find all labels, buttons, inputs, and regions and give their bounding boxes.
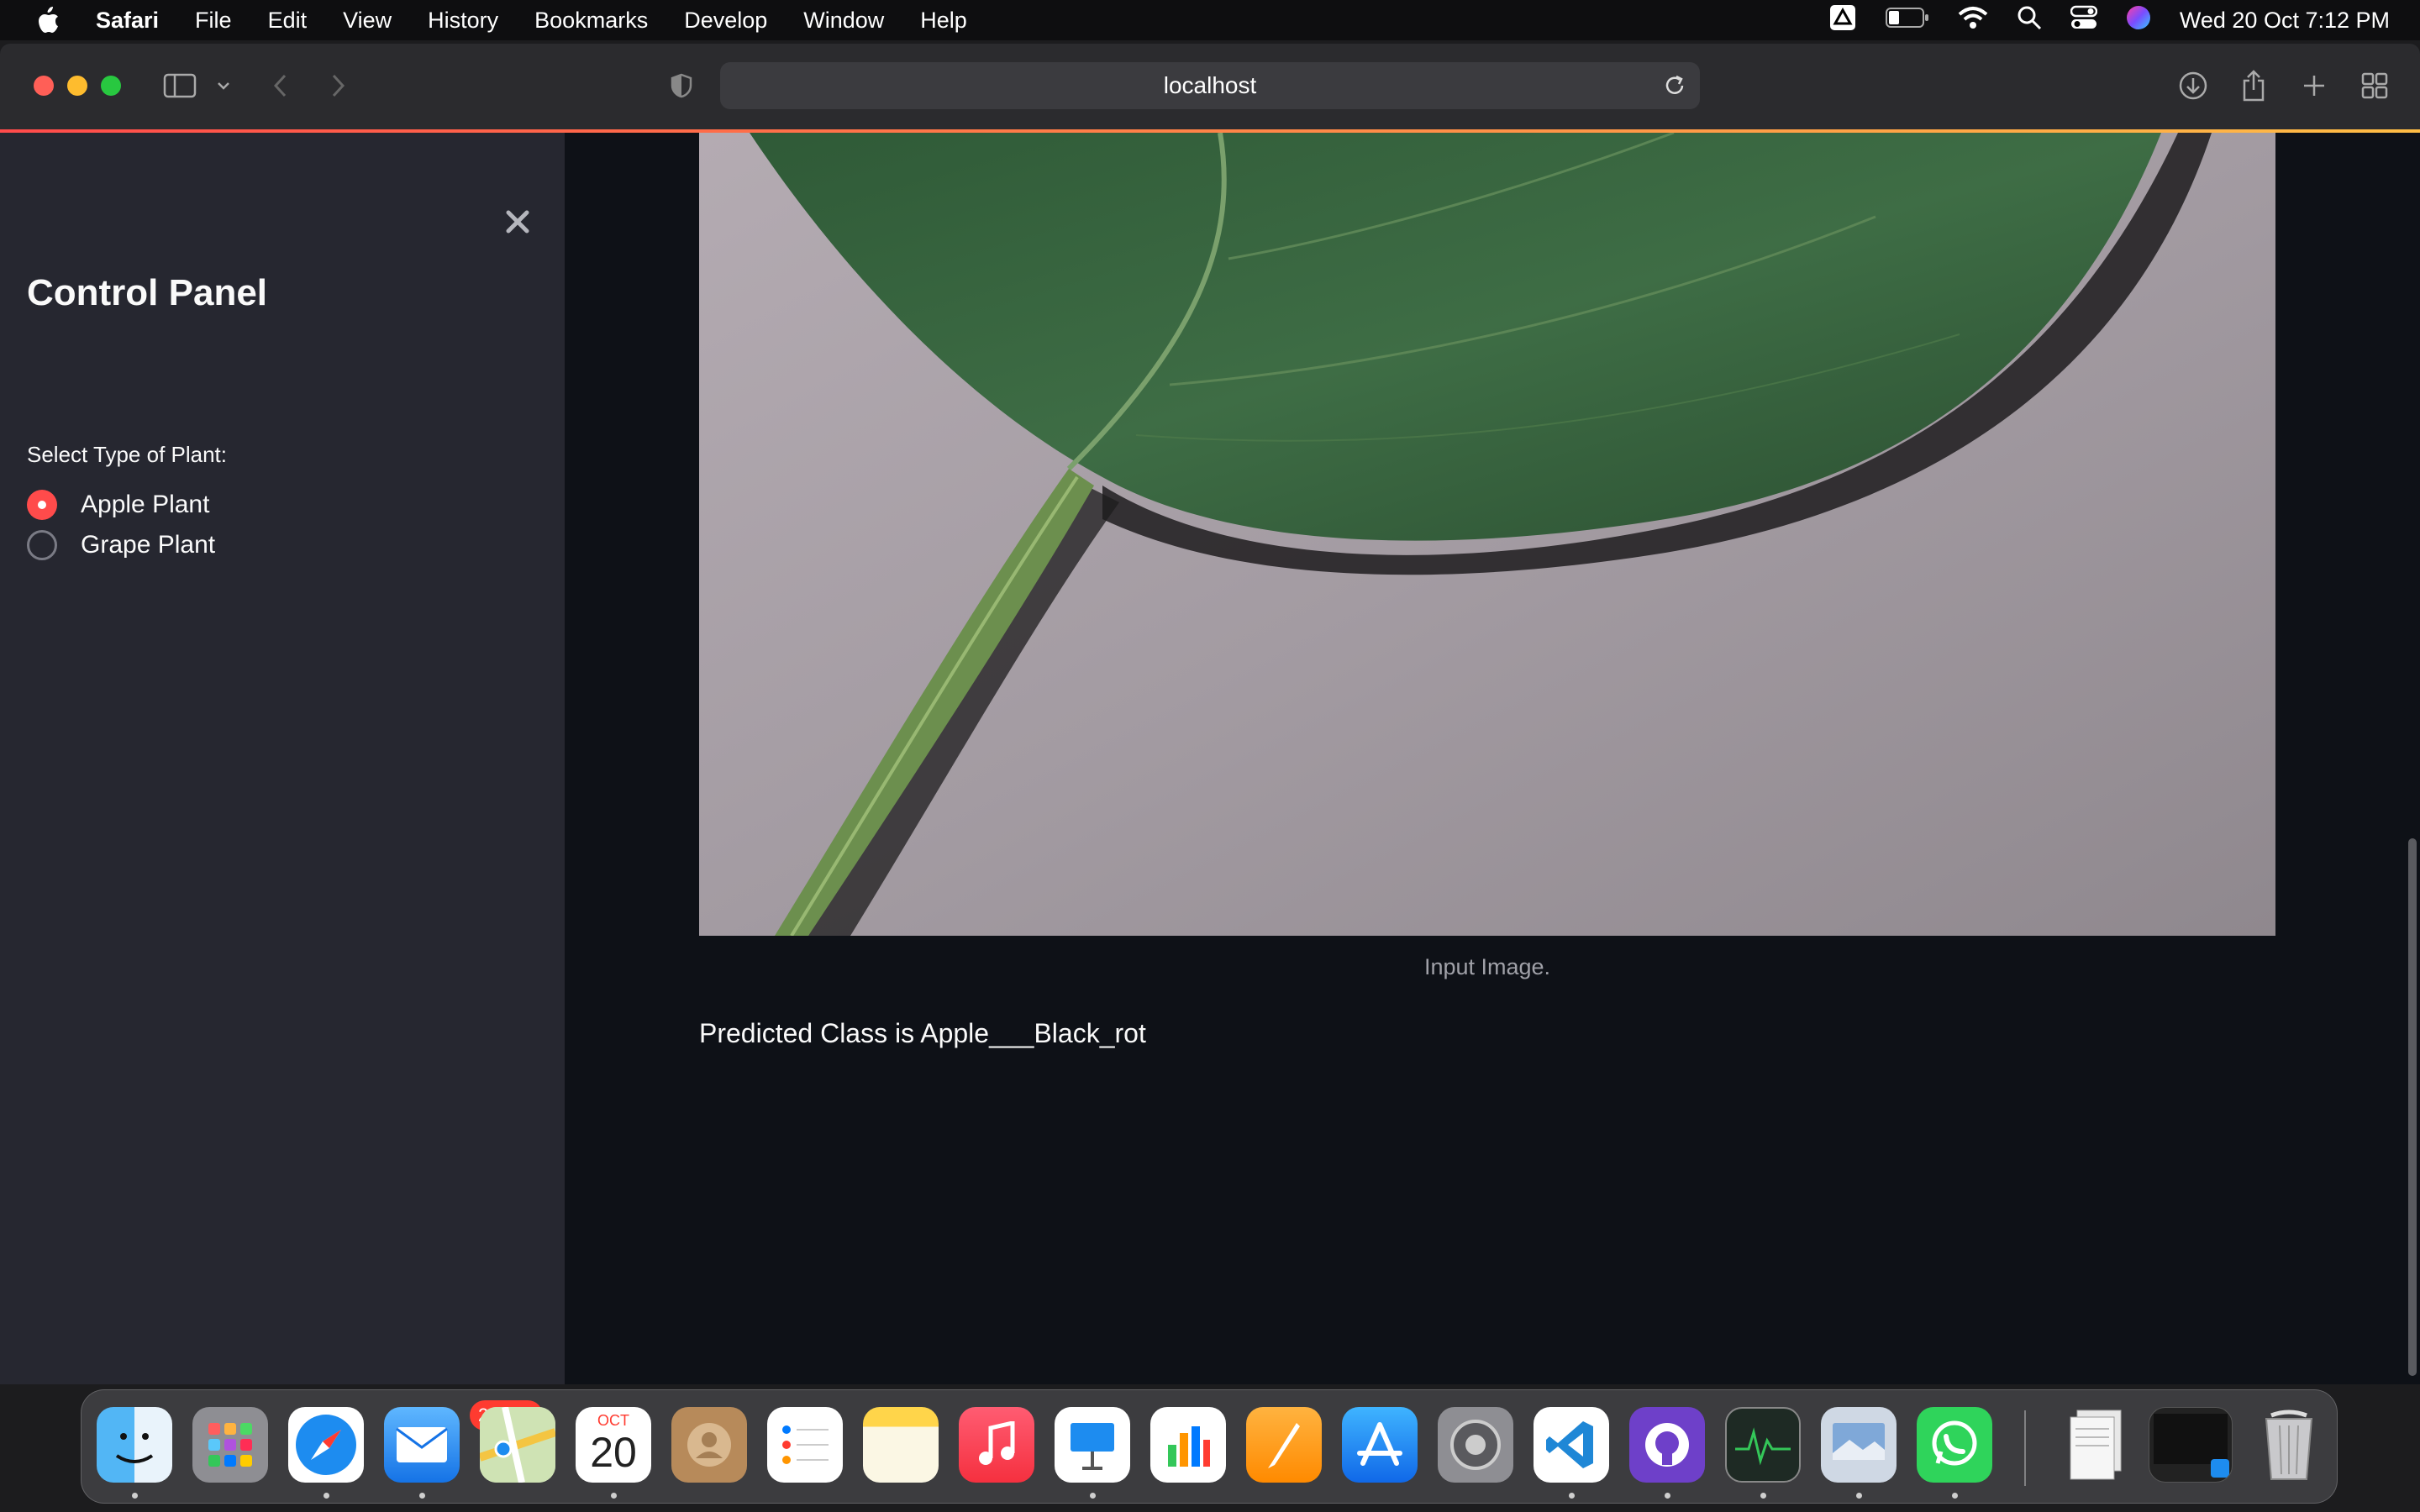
- image-caption: Input Image.: [1423, 954, 1551, 979]
- menu-file[interactable]: File: [195, 8, 232, 34]
- radio-option-label: Apple Plant: [81, 491, 210, 518]
- running-indicator: [324, 1493, 329, 1499]
- chevron-down-icon[interactable]: [213, 69, 234, 102]
- running-indicator: [1760, 1493, 1766, 1499]
- prediction-result: Predicted Class is Apple___Black_rot: [699, 1018, 1146, 1048]
- window-minimize-button[interactable]: [67, 76, 87, 96]
- running-indicator: [1856, 1493, 1862, 1499]
- plant-type-label: Select Type of Plant:: [27, 442, 227, 467]
- menu-help[interactable]: Help: [920, 8, 967, 34]
- calendar-icon[interactable]: OCT 20: [576, 1407, 651, 1483]
- calendar-month: OCT: [597, 1412, 629, 1429]
- running-indicator: [1952, 1493, 1958, 1499]
- new-tab-icon[interactable]: [2299, 69, 2329, 102]
- running-indicator: [1090, 1493, 1096, 1499]
- trash-icon[interactable]: [2251, 1407, 2327, 1483]
- apple-menu-icon[interactable]: [34, 5, 62, 35]
- forward-icon[interactable]: [326, 69, 351, 102]
- privacy-shield-icon[interactable]: [669, 69, 694, 102]
- whatsapp-icon[interactable]: [1917, 1407, 1992, 1483]
- running-indicator: [1569, 1493, 1575, 1499]
- tab-overview-icon[interactable]: [2360, 69, 2390, 102]
- radio-option-grape-plant[interactable]: Grape Plant: [27, 530, 215, 560]
- safari-window: localhost Control Panel Select Type of P…: [0, 44, 2420, 1384]
- control-center-icon[interactable]: [2070, 5, 2098, 36]
- menu-view[interactable]: View: [343, 8, 392, 34]
- pages-icon[interactable]: [1246, 1407, 1322, 1483]
- share-icon[interactable]: [2238, 69, 2269, 102]
- dock-separator: [2024, 1410, 2026, 1486]
- mail-icon[interactable]: [384, 1407, 460, 1483]
- close-icon[interactable]: [502, 207, 533, 237]
- running-indicator: [419, 1493, 425, 1499]
- radio-option-apple-plant[interactable]: Apple Plant: [27, 490, 209, 520]
- running-indicator: [1665, 1493, 1670, 1499]
- back-icon[interactable]: [267, 69, 292, 102]
- radio-selected-icon[interactable]: [27, 490, 57, 520]
- browser-toolbar: localhost: [0, 44, 2420, 130]
- notes-icon[interactable]: [863, 1407, 939, 1483]
- main-scrollbar[interactable]: [2408, 838, 2417, 1376]
- menubar-clock[interactable]: Wed 20 Oct 7:12 PM: [2180, 8, 2390, 34]
- menu-window[interactable]: Window: [803, 8, 884, 34]
- preview-icon[interactable]: [1821, 1407, 1897, 1483]
- window-close-button[interactable]: [34, 76, 54, 96]
- running-indicator: [132, 1493, 138, 1499]
- keynote-icon[interactable]: [1055, 1407, 1130, 1483]
- input-leaf-image: [699, 133, 2275, 936]
- reload-icon[interactable]: [1661, 72, 1688, 99]
- drive-icon[interactable]: [1828, 3, 1857, 38]
- music-icon[interactable]: [959, 1407, 1034, 1483]
- system-preferences-icon[interactable]: [1438, 1407, 1513, 1483]
- wifi-icon[interactable]: [1958, 6, 1988, 35]
- calendar-day: 20: [590, 1429, 637, 1476]
- window-maximize-button[interactable]: [101, 76, 121, 96]
- menu-history[interactable]: History: [428, 8, 498, 34]
- radio-unselected-icon[interactable]: [27, 530, 57, 560]
- contacts-icon[interactable]: [671, 1407, 747, 1483]
- safari-icon[interactable]: [288, 1407, 364, 1483]
- control-panel-sidebar: Control Panel Select Type of Plant: Appl…: [0, 133, 565, 1384]
- app-store-icon[interactable]: [1342, 1407, 1418, 1483]
- screenshot-stack-icon[interactable]: [2149, 1407, 2233, 1483]
- spotlight-icon[interactable]: [2017, 5, 2042, 36]
- vscode-icon[interactable]: [1534, 1407, 1609, 1483]
- menu-edit[interactable]: Edit: [268, 8, 308, 34]
- main-content: Input Image. Predicted Class is Apple___…: [565, 133, 2420, 1384]
- address-bar[interactable]: localhost: [720, 62, 1700, 109]
- activity-monitor-icon[interactable]: [1725, 1407, 1801, 1483]
- menubar: Safari File Edit View History Bookmarks …: [0, 0, 2420, 40]
- sidebar-toggle-icon[interactable]: [161, 69, 198, 102]
- github-desktop-icon[interactable]: [1629, 1407, 1705, 1483]
- documents-stack-icon[interactable]: [2058, 1407, 2133, 1483]
- finder-icon[interactable]: [97, 1407, 172, 1483]
- sidebar-title: Control Panel: [27, 272, 268, 313]
- radio-option-label: Grape Plant: [81, 531, 216, 559]
- dock: 20,917 OCT 20: [81, 1389, 2338, 1504]
- numbers-icon[interactable]: [1150, 1407, 1226, 1483]
- address-text: localhost: [1163, 72, 1257, 98]
- siri-icon[interactable]: [2126, 5, 2151, 36]
- maps-icon[interactable]: [480, 1407, 555, 1483]
- running-indicator: [611, 1493, 617, 1499]
- battery-icon[interactable]: [1885, 7, 1929, 34]
- downloads-icon[interactable]: [2176, 69, 2210, 102]
- launchpad-icon[interactable]: [192, 1407, 268, 1483]
- menu-app-safari[interactable]: Safari: [96, 8, 159, 34]
- menu-develop[interactable]: Develop: [684, 8, 767, 34]
- reminders-icon[interactable]: [767, 1407, 843, 1483]
- menu-bookmarks[interactable]: Bookmarks: [534, 8, 648, 34]
